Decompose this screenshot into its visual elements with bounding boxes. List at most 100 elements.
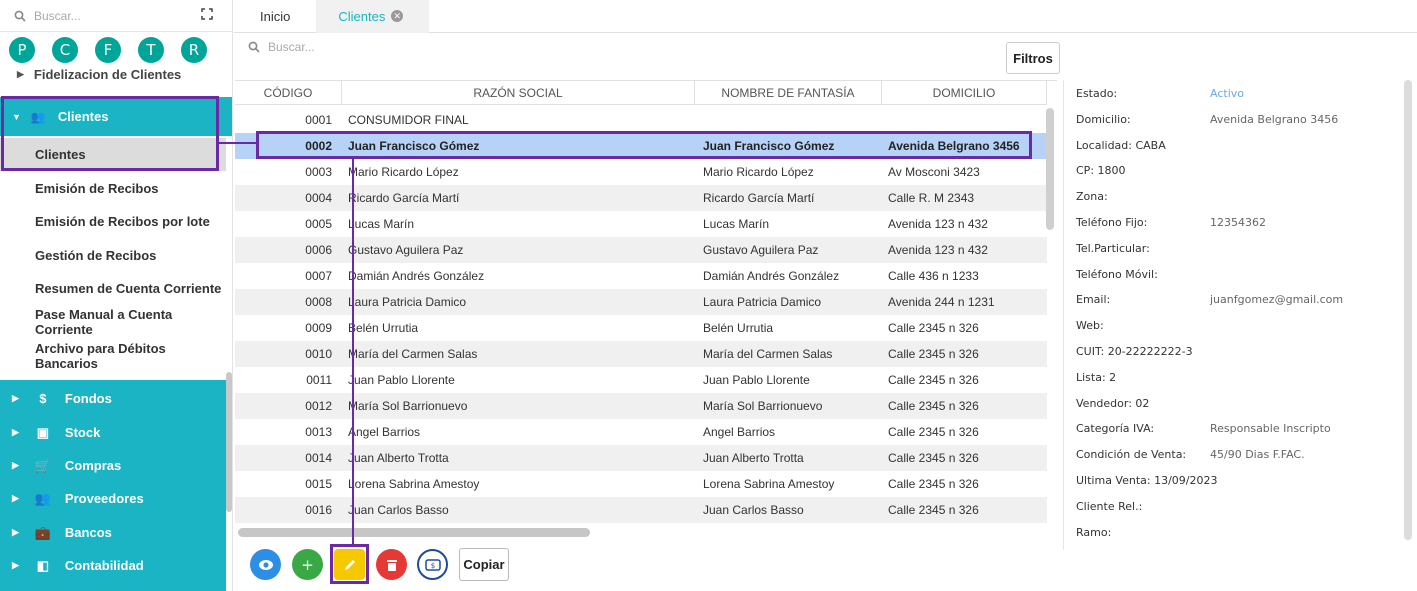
sidebar-module-label: Proveedores (64, 491, 144, 506)
cell-codigo: 0008 (305, 295, 332, 309)
detail-row: Zona: (1076, 190, 1406, 203)
add-button[interactable]: + (292, 549, 323, 580)
cell-razon-social: CONSUMIDOR FINAL (348, 113, 469, 127)
fullscreen-icon[interactable] (201, 8, 213, 20)
table-row[interactable]: 0005 Lucas Marín Lucas Marín Avenida 123 n … (235, 211, 1047, 237)
sidebar-item-clientes[interactable]: Clientes (0, 138, 226, 171)
detail-label: Condición de Venta: (1076, 448, 1187, 462)
cell-nombre-fantasia: Laura Patricia Damico (703, 295, 822, 309)
table-row[interactable]: 0006 Gustavo Aguilera Paz Gustavo Aguilera… (235, 237, 1047, 263)
table-row[interactable]: 0016 Juan Carlos Basso Juan Carlos Basso Ca… (235, 497, 1047, 523)
detail-label: Estado: (1076, 87, 1118, 100)
detail-label: Cliente Rel.: (1076, 499, 1143, 513)
sidebar-item-archivo-debitos[interactable]: Archivo para Débitos Bancarios (0, 339, 226, 372)
cell-nombre-fantasia: Angel Barrios (703, 425, 776, 439)
table-vertical-scrollbar[interactable] (1046, 108, 1054, 230)
column-header-codigo[interactable]: CÓDIGO (235, 81, 342, 105)
sidebar-item-resumen-cuenta[interactable]: Resumen de Cuenta Corriente (0, 272, 226, 305)
detail-label: Lista: 2 (1076, 370, 1117, 384)
chevron-right-icon: ▶ (12, 393, 19, 403)
sidebar-module-contabilidad[interactable]: ▶ ◧ Contabilidad (0, 549, 226, 582)
table-row[interactable]: 0012 María Sol Barrionuevo María Sol Barri… (235, 393, 1047, 419)
grid-search[interactable]: Buscar... (248, 40, 315, 54)
receipt-button[interactable]: $ (417, 549, 448, 580)
cell-codigo: 0009 (305, 321, 332, 335)
sidebar-module-fondos[interactable]: ▶ $ Fondos (0, 382, 226, 415)
detail-value: Activo (1210, 87, 1244, 100)
cell-domicilio: Calle 2345 n 326 (888, 321, 979, 335)
sidebar-section-clientes[interactable]: ▼ 👥 Clientes (0, 97, 232, 136)
detail-label: Localidad: CABA (1076, 138, 1166, 152)
cell-razon-social: Mario Ricardo López (348, 165, 459, 179)
view-button[interactable] (250, 549, 281, 580)
briefcase-icon: 💼 (34, 524, 52, 540)
cell-razon-social: María del Carmen Salas (348, 347, 478, 361)
cell-razon-social: Juan Alberto Trotta (348, 451, 449, 465)
sidebar-item-label: Emisión de Recibos (35, 181, 159, 196)
table-row[interactable]: 0004 Ricardo García Martí Ricardo García M… (235, 185, 1047, 211)
sidebar-item-emision-recibos[interactable]: Emisión de Recibos (0, 172, 226, 205)
cell-codigo: 0004 (305, 191, 332, 205)
cell-domicilio: Calle 2345 n 326 (888, 399, 979, 413)
sidebar-module-compras[interactable]: ▶ 🛒 Compras (0, 449, 226, 482)
column-header-domicilio[interactable]: DOMICILIO (882, 81, 1047, 105)
chevron-right-icon: ▶ (17, 68, 24, 79)
avatar-f[interactable]: F (95, 37, 121, 63)
delete-button[interactable] (376, 549, 407, 580)
close-icon[interactable]: ✕ (391, 10, 404, 22)
sidebar-item-emision-recibos-lote[interactable]: Emisión de Recibos por lote (0, 205, 226, 238)
tab-inicio[interactable]: Inicio (234, 0, 316, 33)
cell-codigo: 0010 (305, 347, 332, 361)
table-row[interactable]: 0010 María del Carmen Salas María del Carm… (235, 341, 1047, 367)
chevron-right-icon: ▶ (12, 493, 19, 503)
avatar-p[interactable]: P (9, 37, 35, 63)
avatar-c[interactable]: C (52, 37, 78, 63)
column-header-nombre-fantasia[interactable]: NOMBRE DE FANTASÍA (695, 81, 882, 105)
tab-clientes[interactable]: Clientes ✕ (316, 0, 430, 33)
table-row[interactable]: 0008 Laura Patricia Damico Laura Patricia … (235, 289, 1047, 315)
cell-domicilio: Calle 2345 n 326 (888, 503, 979, 517)
avatar-r[interactable]: R (181, 37, 207, 63)
sidebar-module-proveedores[interactable]: ▶ 👥 Proveedores (0, 482, 226, 515)
people-icon: 👥 (30, 109, 46, 124)
cell-domicilio: Calle 2345 n 326 (888, 477, 979, 491)
search-icon (14, 10, 26, 22)
table-row[interactable]: 0002 Juan Francisco Gómez Juan Francisco G… (235, 133, 1047, 159)
table-row[interactable]: 0003 Mario Ricardo López Mario Ricardo Lóp… (235, 159, 1047, 185)
sidebar-module-stock[interactable]: ▶ ▣ Stock (0, 416, 226, 449)
sidebar-module-bancos[interactable]: ▶ 💼 Bancos (0, 516, 226, 549)
table-row[interactable]: 0007 Damián Andrés González Damián Andrés … (235, 263, 1047, 289)
table-row[interactable]: 0015 Lorena Sabrina Amestoy Lorena Sabrina… (235, 471, 1047, 497)
cell-nombre-fantasia: Lorena Sabrina Amestoy (703, 477, 835, 491)
dollar-icon: $ (39, 391, 47, 406)
sidebar-search[interactable]: Buscar... (0, 0, 232, 32)
sidebar-item-pase-manual[interactable]: Pase Manual a Cuenta Corriente (0, 305, 226, 338)
filters-button[interactable]: Filtros (1006, 42, 1060, 74)
table-row[interactable]: 0011 Juan Pablo Llorente Juan Pablo Lloren… (235, 367, 1047, 393)
sidebar-item-label: Pase Manual a Cuenta Corriente (35, 306, 173, 337)
table-row[interactable]: 0009 Belén Urrutia Belén Urrutia Calle 2345… (235, 315, 1047, 341)
detail-label: Vendedor: 02 (1076, 396, 1150, 410)
page-scrollbar[interactable] (1404, 80, 1412, 540)
copy-button[interactable]: Copiar (459, 548, 509, 581)
detail-row: Condición de Venta: 45/90 Dias F.FAC. (1076, 448, 1406, 461)
avatar-t[interactable]: T (138, 37, 164, 63)
cell-razon-social: Juan Pablo Llorente (348, 373, 455, 387)
cell-codigo: 0011 (306, 373, 332, 387)
column-header-razon-social[interactable]: RAZÓN SOCIAL (342, 81, 695, 105)
sidebar-scrollbar[interactable] (226, 372, 232, 512)
cell-codigo: 0006 (305, 243, 332, 257)
cell-codigo: 0015 (305, 477, 332, 491)
edit-button[interactable] (334, 549, 365, 580)
table-horizontal-scrollbar[interactable] (238, 528, 590, 537)
detail-value: 45/90 Dias F.FAC. (1210, 448, 1305, 462)
sidebar-module-label: Contabilidad (64, 558, 144, 573)
table-row[interactable]: 0013 Angel Barrios Angel Barrios Calle 2345… (235, 419, 1047, 445)
table-row[interactable]: 0001 CONSUMIDOR FINAL (235, 107, 1047, 133)
sidebar-item-label: Archivo para Débitos Bancarios (35, 340, 166, 371)
sidebar-item-fidelizacion[interactable]: ▶ Fidelizacion de Clientes (0, 64, 232, 84)
table-row[interactable]: 0014 Juan Alberto Trotta Juan Alberto Trot… (235, 445, 1047, 471)
sidebar-item-gestion-recibos[interactable]: Gestión de Recibos (0, 239, 226, 272)
detail-label: CP: 1800 (1076, 164, 1126, 178)
highlight-connector (219, 142, 258, 144)
